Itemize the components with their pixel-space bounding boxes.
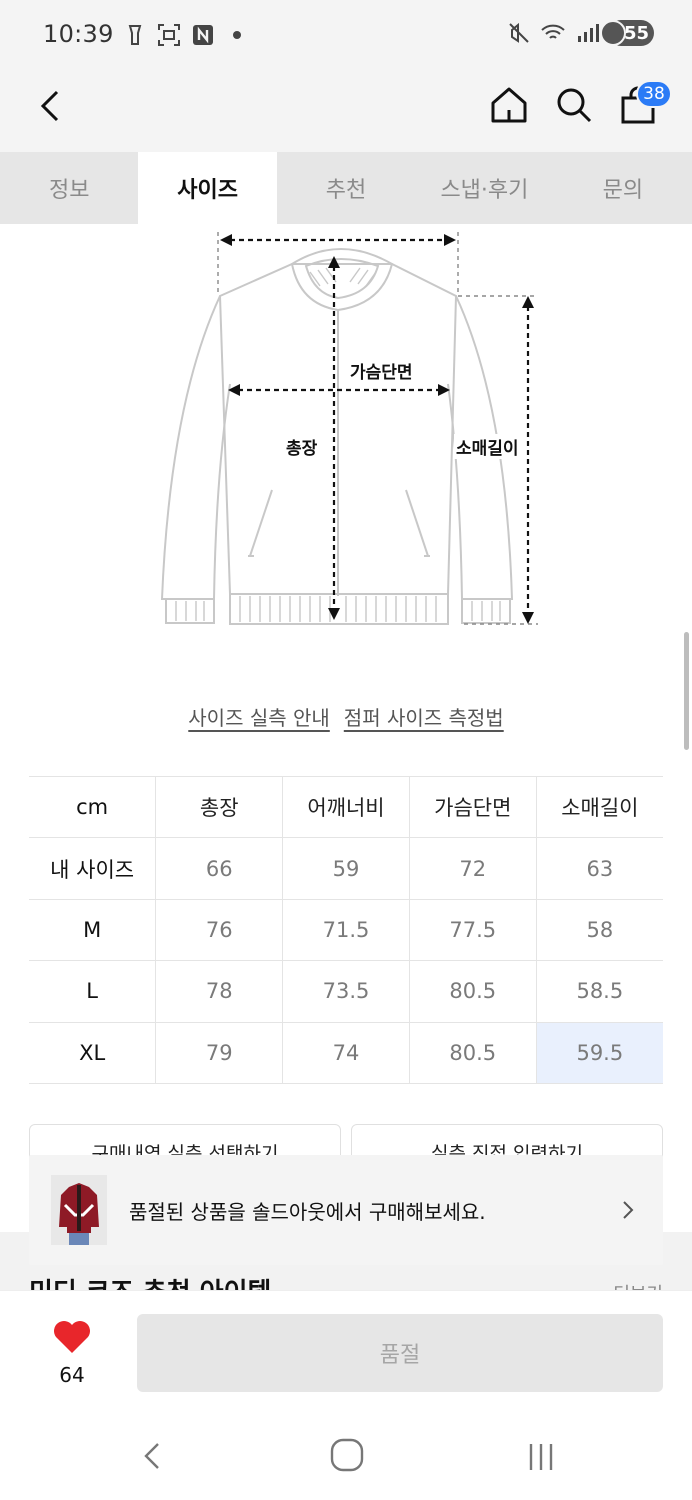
table-cell: 58.5 (535, 960, 663, 1023)
row-label: XL (29, 1021, 156, 1084)
tab-inquiry[interactable]: 문의 (554, 152, 692, 224)
length-label: 총장 (284, 434, 320, 459)
header-cell: 어깨너비 (282, 775, 410, 839)
row-label: 내 사이즈 (29, 837, 156, 900)
battery-level: 55 (623, 22, 649, 44)
bottom-action-bar: 64 품절 (0, 1290, 692, 1410)
nav-back-icon[interactable] (136, 1438, 172, 1474)
size-table: cm 총장 어깨너비 가슴단면 소매길이 내 사이즈 66 59 72 63 M… (29, 775, 663, 1084)
table-cell: 79 (155, 1021, 283, 1084)
nav-home-icon[interactable] (328, 1436, 366, 1474)
table-cell: 74 (282, 1021, 410, 1084)
soldout-banner[interactable]: 품절된 상품을 솔드아웃에서 구매해보세요. (29, 1155, 663, 1265)
wifi-icon (541, 24, 565, 39)
flashlight-icon (128, 25, 142, 45)
signal-icon (578, 24, 599, 42)
n-app-icon (193, 25, 213, 45)
status-left-icons (122, 22, 250, 48)
tab-size[interactable]: 사이즈 (138, 152, 277, 224)
highlighted-cell: 59.5 (535, 1021, 663, 1084)
system-nav-bar (0, 1410, 692, 1500)
table-cell: 77.5 (408, 898, 537, 962)
header-cell: cm (29, 775, 156, 839)
back-arrow-icon[interactable] (32, 86, 72, 126)
table-cell: 73.5 (282, 960, 410, 1023)
battery-icon: 55 (600, 20, 654, 46)
measure-method-link[interactable]: 점퍼 사이즈 측정법 (344, 702, 504, 731)
table-cell: 63 (535, 837, 663, 900)
battery-bolt-icon (600, 20, 626, 46)
jacket-thumbnail-image (51, 1175, 107, 1245)
table-cell: 59 (282, 837, 410, 900)
search-icon[interactable] (553, 84, 595, 126)
header-cell: 소매길이 (535, 775, 663, 839)
soldout-banner-text: 품절된 상품을 솔드아웃에서 구매해보세요. (129, 1200, 486, 1224)
actual-size-guide-link[interactable]: 사이즈 실측 안내 (188, 702, 330, 731)
dot-icon (233, 31, 241, 39)
jacket-measurement-diagram: 가슴단면 총장 소매길이 (150, 224, 550, 644)
cart-count-badge: 38 (636, 80, 672, 108)
table-row: XL 79 74 80.5 59.5 (29, 1021, 663, 1084)
status-bar: 10:39 55 (0, 0, 692, 72)
tab-bar: 정보 사이즈 추천 스냅·후기 문의 (0, 152, 692, 224)
table-cell: 80.5 (408, 1021, 537, 1084)
row-label: M (29, 898, 156, 962)
table-row: L 78 73.5 80.5 58.5 (29, 960, 663, 1023)
header-cell: 총장 (155, 775, 283, 839)
tab-info[interactable]: 정보 (0, 152, 138, 224)
home-icon[interactable] (488, 84, 530, 126)
more-link[interactable]: 더보기 (613, 1280, 663, 1290)
heart-icon (54, 1321, 90, 1353)
section-title: 미디 코즈 추천 아이템 (29, 1272, 271, 1290)
table-cell: 80.5 (408, 960, 537, 1023)
page-scrollbar[interactable] (684, 632, 689, 750)
mute-icon (509, 22, 529, 43)
soldout-button[interactable]: 품절 (137, 1314, 663, 1392)
chevron-right-icon (623, 1201, 634, 1219)
table-row: M 76 71.5 77.5 58 (29, 898, 663, 962)
table-cell: 58 (535, 898, 663, 962)
like-button[interactable]: 64 (48, 1319, 96, 1399)
header-cell: 가슴단면 (408, 775, 537, 839)
table-cell: 78 (155, 960, 283, 1023)
sleeve-label: 소매길이 (454, 434, 521, 459)
tab-recommend[interactable]: 추천 (277, 152, 415, 224)
table-header-row: cm 총장 어깨너비 가슴단면 소매길이 (29, 775, 663, 839)
table-cell: 76 (155, 898, 283, 962)
table-row: 내 사이즈 66 59 72 63 (29, 837, 663, 900)
app-header (0, 72, 692, 152)
screen-scan-icon (158, 24, 180, 46)
nav-recents-icon[interactable] (523, 1438, 559, 1474)
like-count: 64 (59, 1363, 85, 1387)
chest-label: 가슴단면 (348, 358, 415, 383)
size-guide-links: 사이즈 실측 안내 점퍼 사이즈 측정법 (0, 702, 692, 731)
status-time: 10:39 (43, 20, 114, 48)
status-right-icons: 55 (506, 20, 654, 46)
tab-snap-review[interactable]: 스냅·후기 (415, 152, 553, 224)
table-cell: 72 (408, 837, 537, 900)
row-label: L (29, 960, 156, 1023)
table-cell: 71.5 (282, 898, 410, 962)
product-thumbnail (51, 1175, 107, 1245)
table-cell: 66 (155, 837, 283, 900)
